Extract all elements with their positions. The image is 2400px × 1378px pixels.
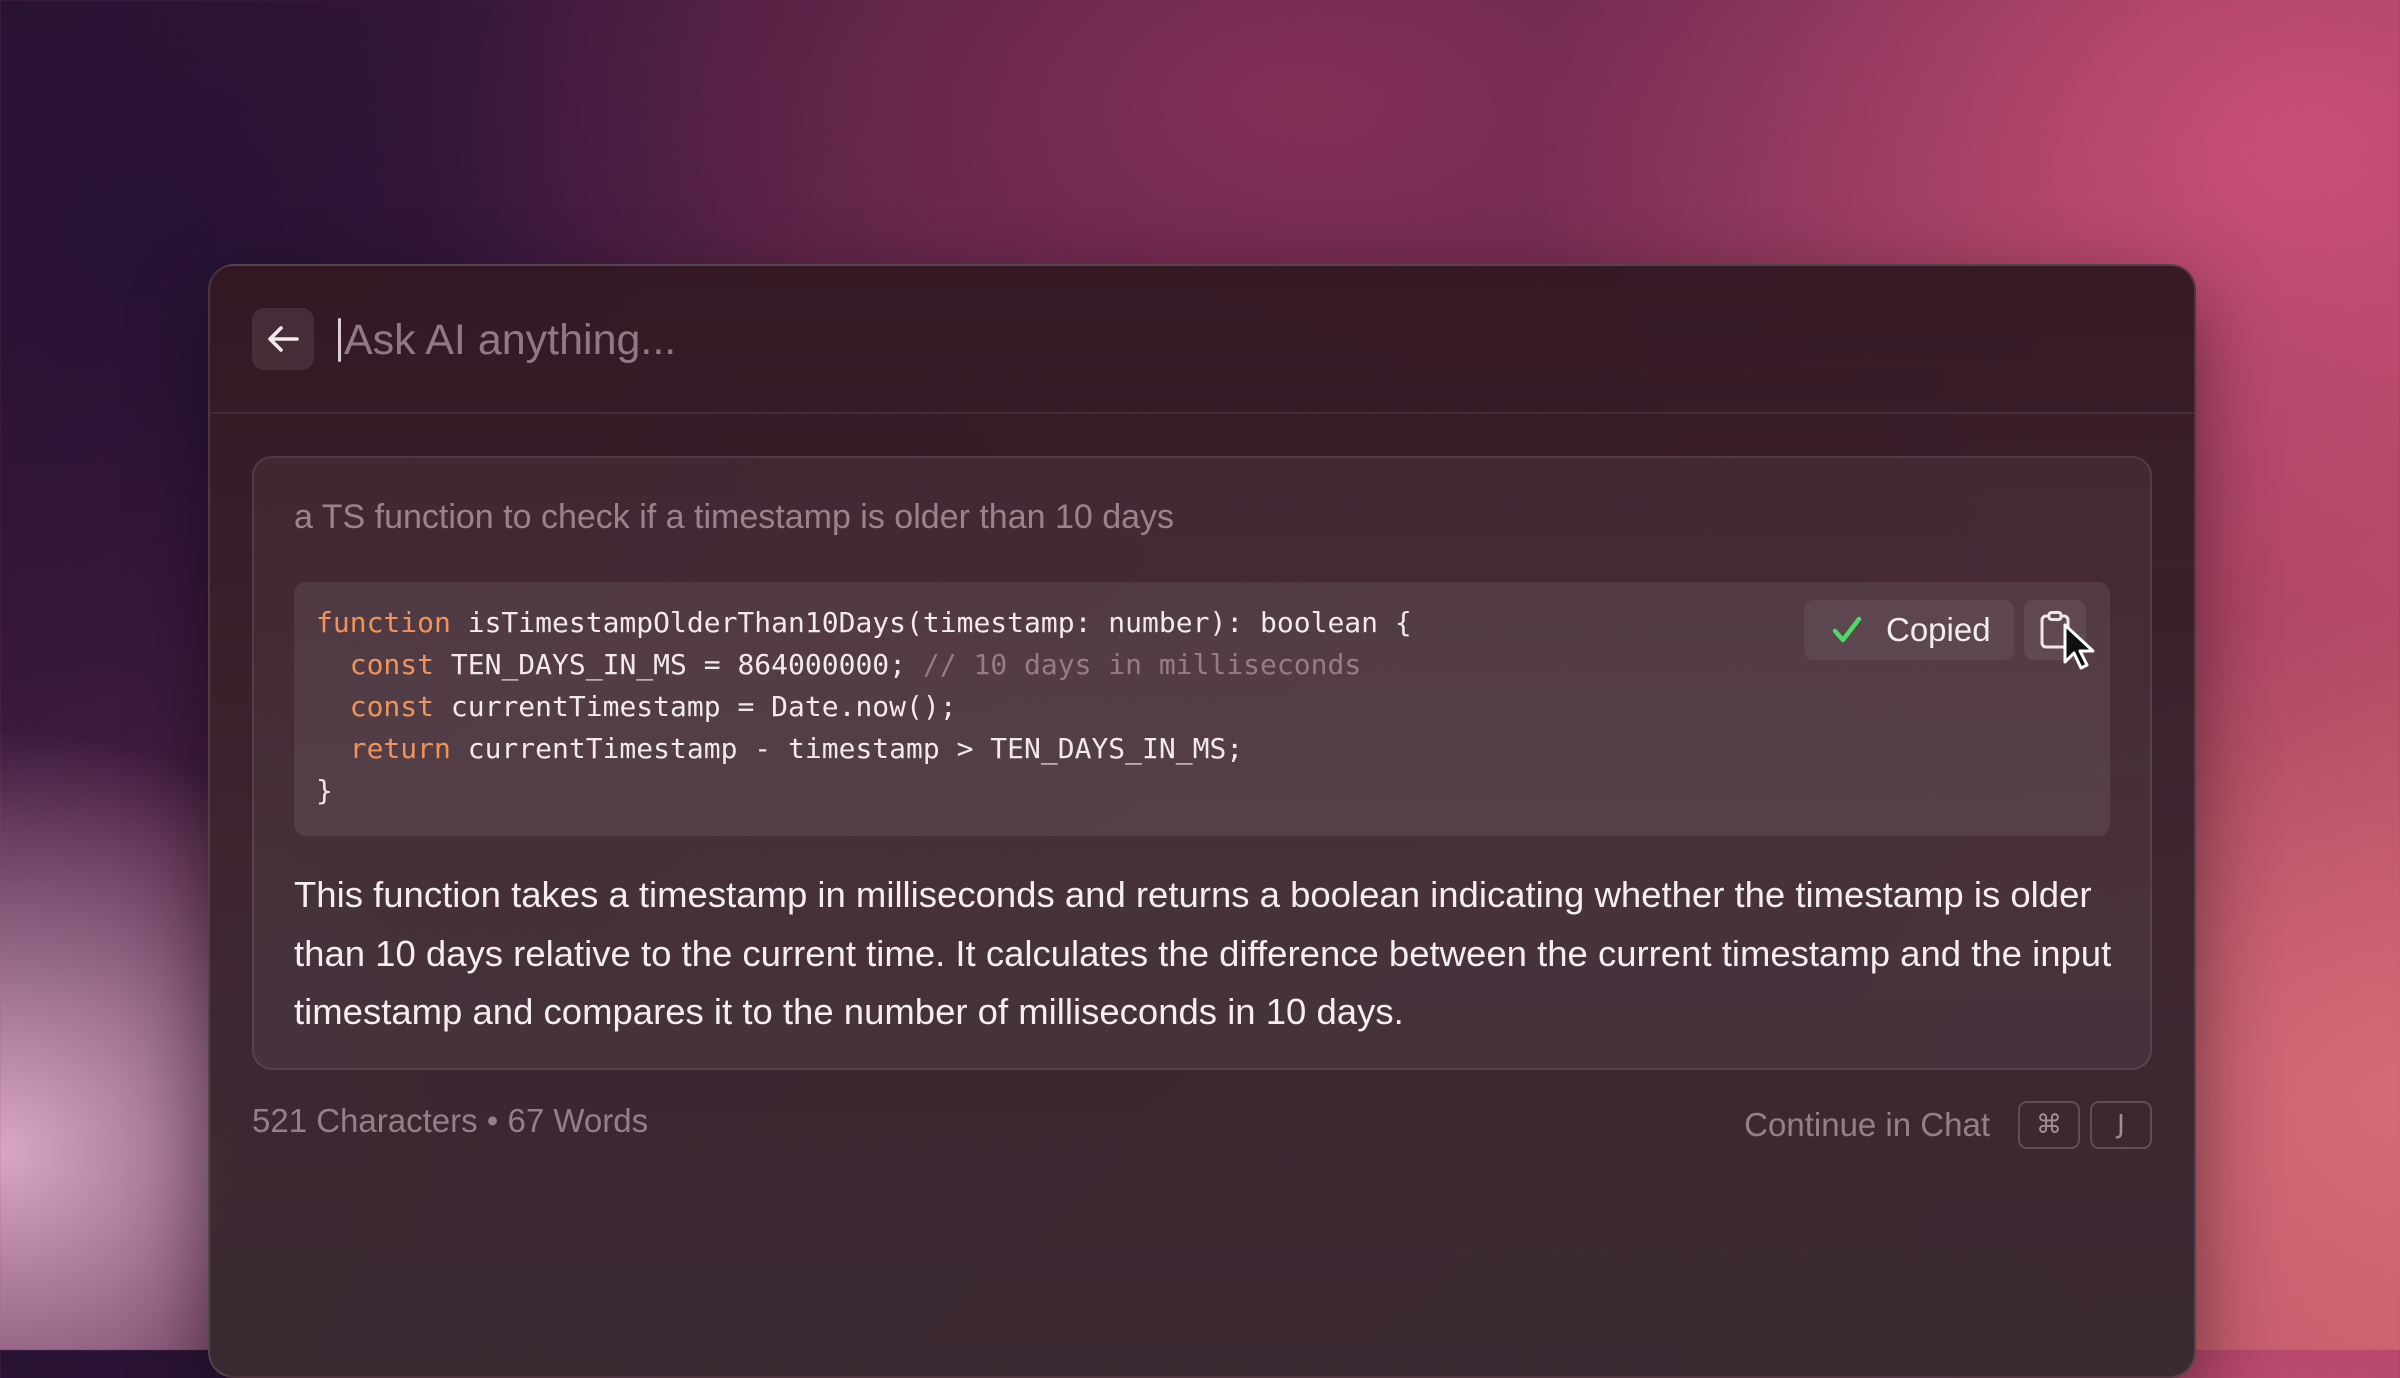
top-bar	[210, 266, 2194, 414]
copied-indicator: Copied	[1804, 600, 2014, 660]
code-line: }	[316, 774, 333, 807]
mouse-pointer-icon	[2063, 623, 2095, 670]
code-block: function isTimestampOlderThan10Days(time…	[294, 582, 2110, 836]
arrow-left-icon	[268, 326, 299, 352]
command-key-hint: ⌘	[2018, 1101, 2080, 1149]
ai-window: a TS function to check if a timestamp is…	[208, 264, 2196, 1378]
character-word-count: 521 Characters • 67 Words	[252, 1102, 649, 1139]
back-button[interactable]	[252, 308, 314, 370]
continue-in-chat-action[interactable]: Continue in Chat ⌘ J	[1744, 1100, 2152, 1150]
prompt-text: a TS function to check if a timestamp is…	[294, 498, 1175, 536]
j-key-hint: J	[2090, 1101, 2152, 1149]
code-line: return currentTimestamp - timestamp > TE…	[316, 732, 1244, 765]
code-line: const currentTimestamp = Date.now();	[316, 690, 957, 723]
copied-label: Copied	[1886, 611, 1991, 648]
text-caret	[338, 318, 341, 362]
code-line: const TEN_DAYS_IN_MS = 864000000; // 10 …	[316, 648, 1362, 681]
continue-in-chat-label[interactable]: Continue in Chat	[1744, 1106, 1990, 1144]
code-content: function isTimestampOlderThan10Days(time…	[316, 602, 1412, 812]
checkmark-icon	[1832, 616, 1862, 643]
response-card: a TS function to check if a timestamp is…	[252, 456, 2152, 1070]
code-line: function isTimestampOlderThan10Days(time…	[316, 606, 1412, 639]
ask-ai-input[interactable]	[336, 310, 2044, 370]
explanation-text: This function takes a timestamp in milli…	[294, 874, 2112, 1032]
